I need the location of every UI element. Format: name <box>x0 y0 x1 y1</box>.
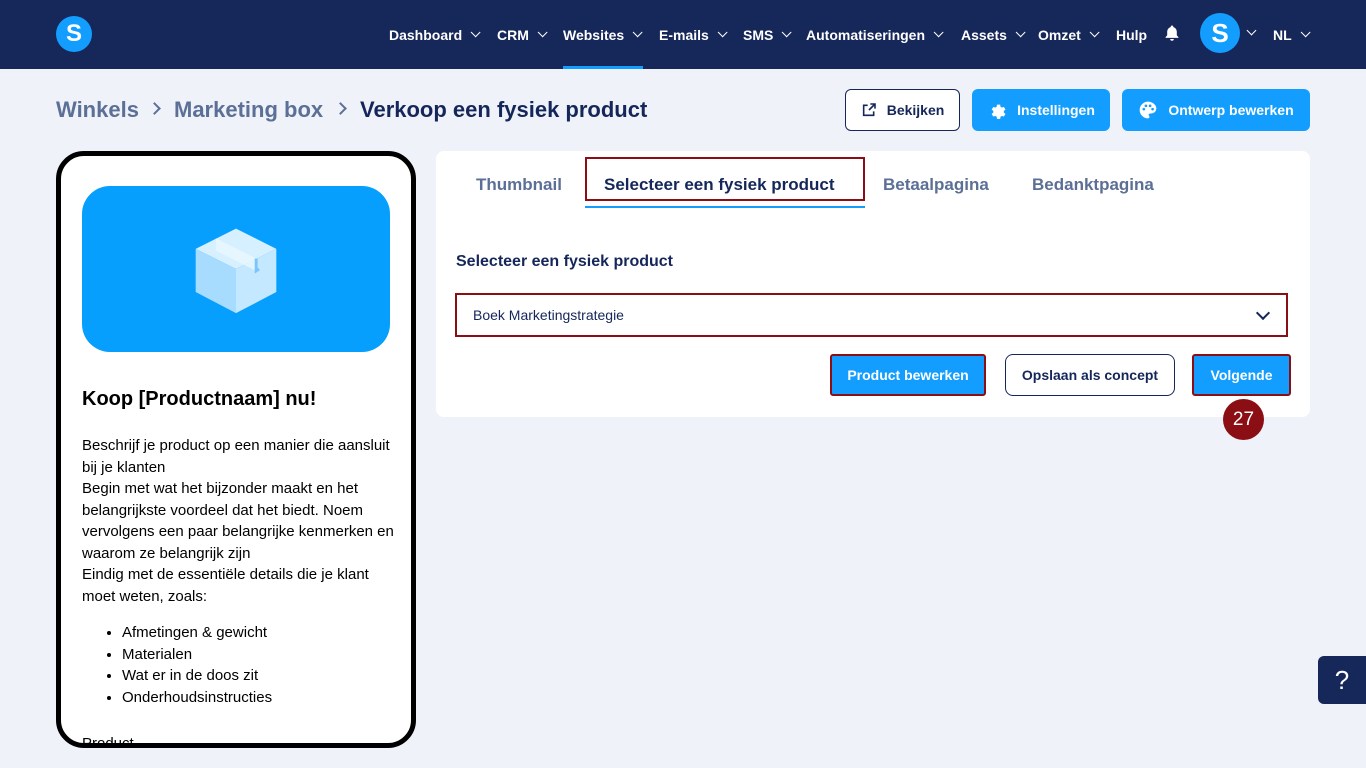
list-item: Materialen <box>122 644 272 666</box>
mobile-preview: Koop [Productnaam] nu! Beschrijf je prod… <box>56 151 416 748</box>
language-selector[interactable]: NL <box>1273 0 1311 69</box>
nav-label: Automatiseringen <box>806 26 926 43</box>
product-form-card: Thumbnail Selecteer een fysiek product B… <box>436 151 1310 417</box>
nav-label: CRM <box>497 26 529 43</box>
nav-sms[interactable]: SMS <box>743 0 792 69</box>
preview-feature-list: Afmetingen & gewicht Materialen Wat er i… <box>122 622 272 708</box>
product-select[interactable]: Boek Marketingstrategie <box>455 293 1288 337</box>
save-draft-button[interactable]: Opslaan als concept <box>1005 354 1175 396</box>
product-select-label: Selecteer een fysiek product <box>456 253 673 270</box>
nav-crm[interactable]: CRM <box>497 0 548 69</box>
chevron-down-icon <box>537 27 548 38</box>
chevron-right-icon <box>334 102 347 115</box>
chevron-right-icon <box>148 102 161 115</box>
tab-payment-page[interactable]: Betaalpagina <box>883 175 989 195</box>
nav-label: Assets <box>961 26 1007 43</box>
preview-paragraph: Beschrijf je product op een manier die a… <box>82 437 390 476</box>
preview-title: Koop [Productnaam] nu! <box>82 388 317 410</box>
tab-thumbnail[interactable]: Thumbnail <box>476 175 562 195</box>
nav-dashboard[interactable]: Dashboard <box>389 0 481 69</box>
chevron-down-icon <box>1089 27 1100 38</box>
preview-paragraph: Begin met wat het bijzonder maakt en het… <box>82 480 394 562</box>
chevron-down-icon[interactable] <box>1246 25 1257 36</box>
help-button[interactable]: ? <box>1318 656 1366 704</box>
settings-button-label: Instellingen <box>1017 102 1095 118</box>
page-title: Verkoop een fysiek product <box>360 97 648 122</box>
settings-button[interactable]: Instellingen <box>972 89 1110 131</box>
chevron-down-icon <box>1015 27 1026 38</box>
breadcrumb-winkels[interactable]: Winkels <box>56 97 139 123</box>
tab-thank-you-page[interactable]: Bedanktpagina <box>1032 175 1154 195</box>
gear-icon <box>991 104 1006 119</box>
preview-paragraph: Eindig met de essentiële details die je … <box>82 566 369 605</box>
chevron-down-icon <box>717 27 728 38</box>
nav-label: Websites <box>563 26 625 43</box>
breadcrumb-marketing-box[interactable]: Marketing box <box>174 97 323 123</box>
user-avatar[interactable]: S <box>1200 13 1240 53</box>
active-tab-underline <box>585 206 865 208</box>
nav-help[interactable]: Hulp <box>1116 0 1147 69</box>
nav-automations[interactable]: Automatiseringen <box>806 0 944 69</box>
view-button-label: Bekijken <box>886 102 945 118</box>
nav-label: Omzet <box>1038 26 1081 43</box>
step-number-badge: 27 <box>1223 399 1264 440</box>
chevron-down-icon <box>470 27 481 38</box>
next-button[interactable]: Volgende <box>1192 354 1291 396</box>
chevron-down-icon <box>1255 305 1271 321</box>
edit-design-button-label: Ontwerp bewerken <box>1168 102 1294 118</box>
language-label: NL <box>1273 26 1292 43</box>
list-item: Wat er in de doos zit <box>122 665 272 687</box>
chevron-down-icon <box>782 27 792 38</box>
nav-label: Dashboard <box>389 26 463 43</box>
preview-description: Beschrijf je product op een manier die a… <box>82 435 397 607</box>
product-hero-image <box>82 186 390 352</box>
nav-label: SMS <box>743 26 774 43</box>
chevron-down-icon <box>1300 27 1311 38</box>
bell-icon[interactable] <box>1163 24 1181 42</box>
list-item: Onderhoudsinstructies <box>122 687 272 709</box>
nav-label: Hulp <box>1116 26 1148 43</box>
package-box-icon <box>195 228 277 314</box>
nav-emails[interactable]: E-mails <box>659 0 728 69</box>
chevron-down-icon <box>933 27 944 38</box>
tab-select-physical-product[interactable]: Selecteer een fysiek product <box>604 175 835 195</box>
nav-label: E-mails <box>659 26 709 43</box>
preview-footer-text: Product <box>82 735 134 748</box>
list-item: Afmetingen & gewicht <box>122 622 272 644</box>
view-button[interactable]: Bekijken <box>845 89 960 131</box>
nav-assets[interactable]: Assets <box>961 0 1026 69</box>
nav-websites[interactable]: Websites <box>563 0 643 69</box>
edit-product-button[interactable]: Product bewerken <box>830 354 986 396</box>
palette-icon <box>1140 101 1157 119</box>
product-select-value: Boek Marketingstrategie <box>473 307 624 323</box>
top-navbar: S Dashboard CRM Websites E-mails SMS Aut… <box>0 0 1366 69</box>
app-logo[interactable]: S <box>56 16 92 52</box>
external-link-icon <box>862 103 876 117</box>
edit-design-button[interactable]: Ontwerp bewerken <box>1122 89 1310 131</box>
nav-revenue[interactable]: Omzet <box>1038 0 1100 69</box>
chevron-down-icon <box>632 27 643 38</box>
